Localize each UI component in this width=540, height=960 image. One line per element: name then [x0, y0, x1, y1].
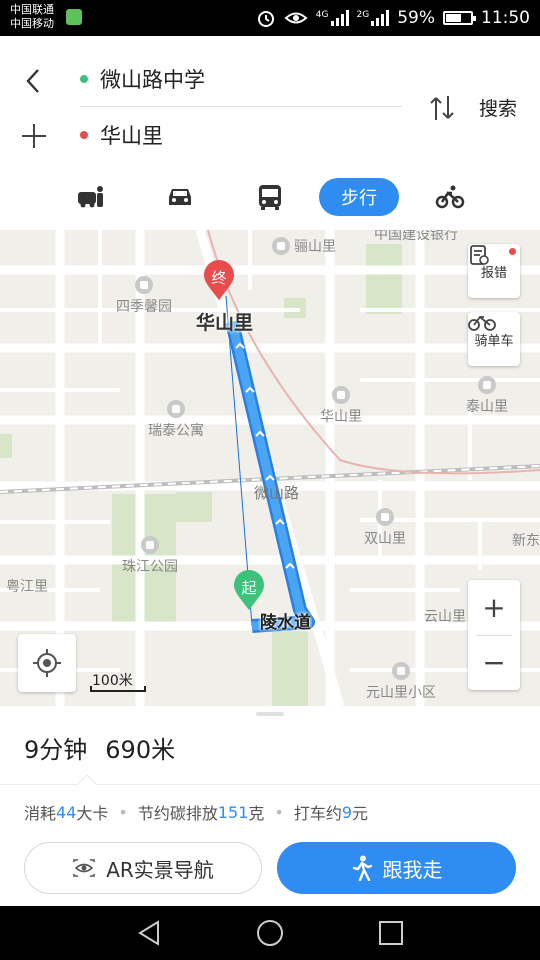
poi-yuejiang[interactable]: 粤江里 — [6, 576, 48, 596]
carrier-1: 中国联通 — [10, 3, 54, 16]
report-icon — [470, 245, 489, 265]
back-icon[interactable] — [22, 66, 44, 96]
route-summary: 9分钟 690米 — [24, 730, 175, 765]
poi-sijixinyuan[interactable]: 四季馨园 — [116, 276, 172, 316]
locate-icon — [33, 649, 61, 677]
battery-icon — [443, 11, 476, 25]
ar-navigation-label: AR实景导航 — [106, 857, 214, 882]
poi-bank[interactable]: 中国建设银行 — [374, 230, 458, 244]
report-error-button[interactable]: 报错 — [468, 244, 520, 298]
zoom-out-button[interactable]: − — [468, 635, 520, 690]
zoom-in-button[interactable]: + — [468, 580, 520, 635]
duration: 9分钟 — [24, 736, 88, 764]
bus-mode-button[interactable] — [252, 178, 288, 216]
calorie-prefix: 消耗 — [24, 804, 57, 823]
bus-icon — [259, 185, 281, 210]
destination-map-label: 华山里 — [196, 312, 254, 334]
bike-mode-button[interactable] — [432, 178, 468, 216]
nav-home-icon[interactable] — [255, 918, 285, 948]
clock: 11:50 — [481, 8, 530, 28]
signal-2g: 2G — [357, 10, 390, 26]
route-stats: 消耗 44 大卡 • 节约碳排放 151 克 • 打车约 9 元 — [24, 800, 368, 824]
car-icon — [169, 189, 191, 205]
network-type-1: 4G — [315, 10, 329, 20]
road-weishan: 微山路 — [254, 484, 300, 502]
carbon-prefix: 节约碳排放 — [137, 804, 218, 823]
walking-person-icon — [352, 855, 372, 881]
network-type-2: 2G — [356, 10, 370, 20]
nav-back-icon[interactable] — [134, 918, 164, 948]
follow-me-label: 跟我走 — [382, 857, 443, 882]
battery-percent: 59% — [397, 8, 435, 28]
destination-field[interactable]: 华山里 — [100, 120, 163, 150]
poi-xindong[interactable]: 新东 — [512, 530, 540, 550]
follow-me-button[interactable]: 跟我走 — [277, 842, 516, 894]
poi-zhujiang[interactable]: 珠江公园 — [122, 536, 178, 576]
carrier-info: 中国联通 中国移动 — [10, 3, 54, 31]
signal-4g: 4G — [316, 10, 349, 26]
road-lingshui: 陵水道 — [260, 613, 311, 633]
poi-lishanli[interactable]: 骊山里 — [272, 236, 336, 256]
field-divider — [80, 106, 402, 107]
taxi-mode-button[interactable] — [72, 178, 108, 216]
status-icons: 4G 2G 59% 11:50 — [256, 0, 530, 36]
notification-app-icon — [66, 9, 82, 25]
zoom-control: + − — [468, 580, 520, 690]
report-badge — [509, 248, 516, 255]
start-marker-label: 起 — [241, 579, 257, 597]
origin-dot — [80, 75, 88, 83]
distance: 690米 — [105, 736, 176, 764]
poi-yunshanli[interactable]: 云山里 — [424, 606, 466, 626]
poi-ruitai[interactable]: 瑞泰公寓 — [148, 400, 204, 440]
nav-recents-icon[interactable] — [376, 918, 406, 948]
walk-mode-button[interactable]: 步行 — [319, 178, 399, 216]
add-waypoint-icon[interactable] — [20, 122, 48, 150]
calorie-value: 44 — [56, 802, 77, 822]
end-marker-label: 终 — [211, 269, 227, 287]
alarm-icon — [257, 11, 274, 27]
search-button[interactable]: 搜索 — [479, 94, 517, 121]
ar-eye-icon — [73, 859, 96, 877]
scale-bar — [90, 686, 146, 692]
poi-yuanshanli[interactable]: 元山里小区 — [366, 662, 436, 702]
car-mode-button[interactable] — [160, 178, 200, 216]
carbon-unit: 克 — [248, 804, 265, 823]
bike-share-label: 骑单车 — [474, 333, 514, 349]
route-header: 微山路中学 华山里 搜索 步行 — [0, 36, 540, 230]
calorie-unit: 大卡 — [76, 804, 109, 823]
taxi-prefix: 打车约 — [293, 804, 342, 823]
taxi-unit: 元 — [352, 804, 369, 823]
carbon-value: 151 — [217, 802, 249, 822]
poi-taishanli[interactable]: 泰山里 — [466, 376, 508, 416]
taxi-value: 9 — [341, 802, 353, 822]
transport-modes: 步行 — [0, 178, 540, 218]
poi-shuangshanli[interactable]: 双山里 — [364, 508, 406, 548]
taxi-icon — [78, 186, 103, 208]
status-bar: 中国联通 中国移动 4G 2G 59% 11:50 — [0, 0, 540, 36]
bike-share-button[interactable]: 骑单车 — [468, 312, 520, 366]
origin-field[interactable]: 微山路中学 — [100, 64, 205, 94]
map-base — [0, 230, 540, 706]
bike-icon — [435, 185, 465, 209]
destination-dot — [80, 131, 88, 139]
bicycle-icon — [468, 315, 496, 331]
locate-button[interactable] — [18, 634, 76, 692]
swap-icon[interactable] — [426, 92, 458, 124]
system-navigation-bar — [0, 906, 540, 960]
route-summary-sheet[interactable]: 9分钟 690米 消耗 44 大卡 • 节约碳排放 151 克 • 打车约 9 … — [0, 706, 540, 906]
carrier-2: 中国移动 — [10, 17, 54, 30]
eye-comfort-icon — [284, 12, 308, 24]
sheet-handle[interactable] — [256, 712, 284, 716]
summary-caret — [77, 774, 97, 794]
poi-huashanli[interactable]: 华山里 — [320, 386, 362, 426]
ar-navigation-button[interactable]: AR实景导航 — [24, 842, 262, 894]
map-view[interactable]: 骊山里 中国建设银行 四季馨园 华山里 泰山里 瑞泰公寓 双山里 新东 珠江公园… — [0, 230, 540, 706]
